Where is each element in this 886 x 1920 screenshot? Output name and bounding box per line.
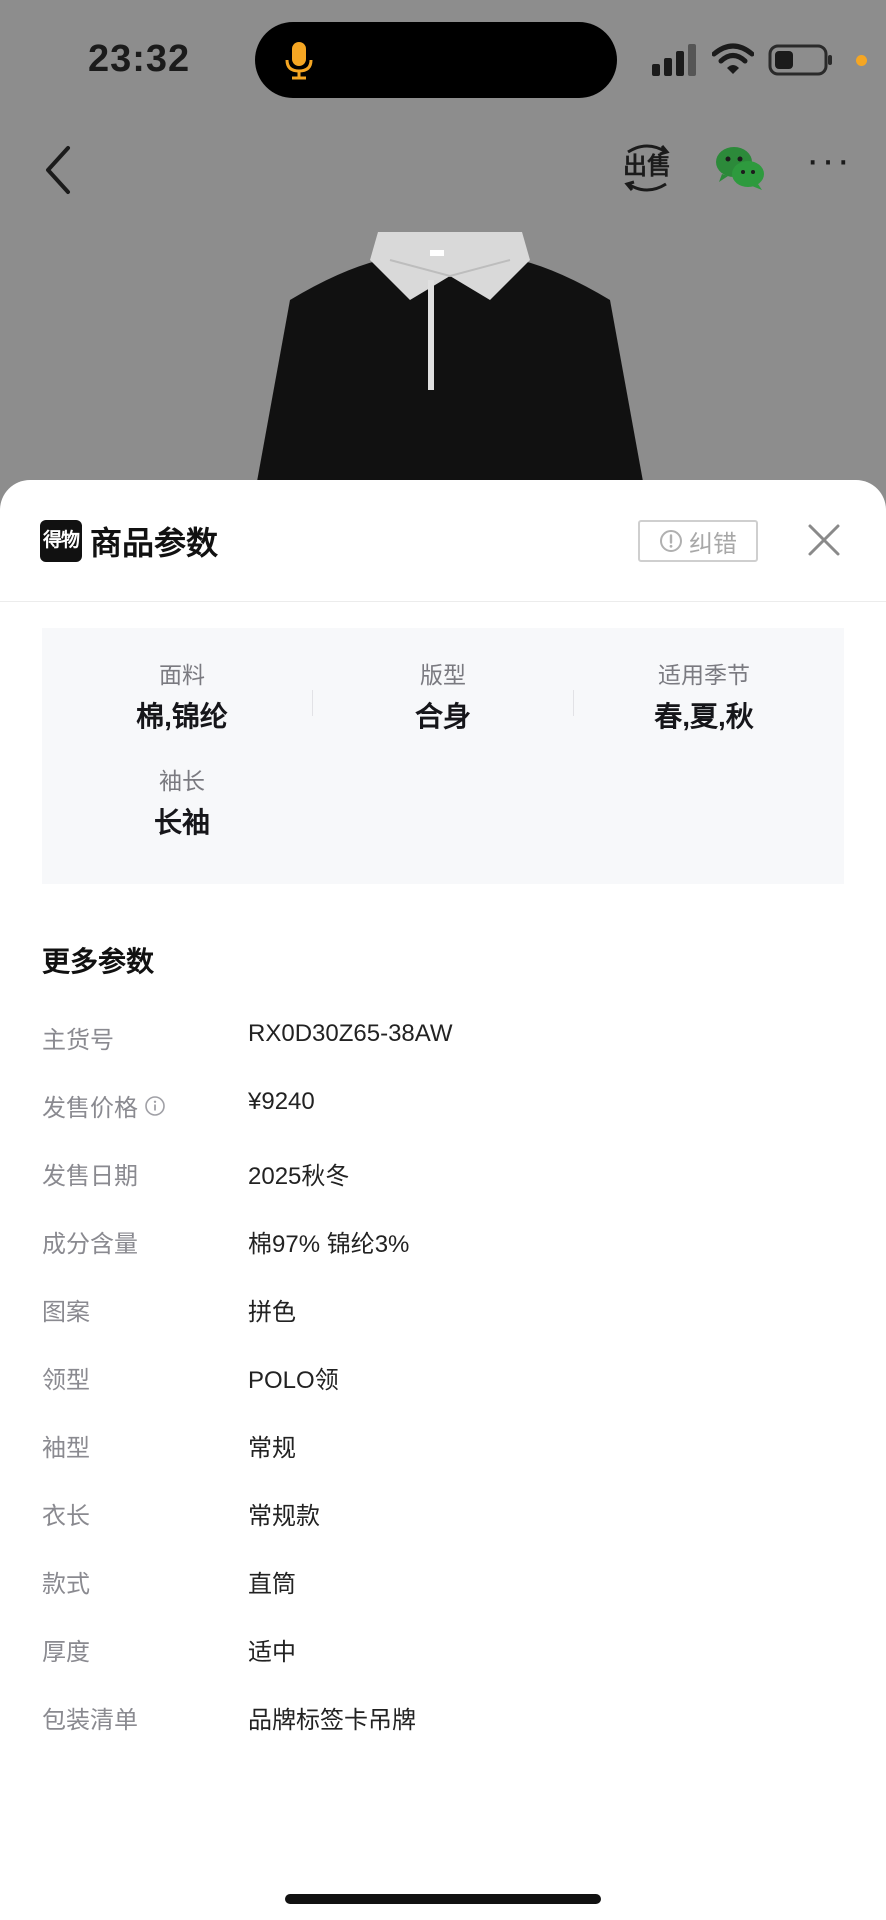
- more-icon[interactable]: ···: [806, 140, 856, 180]
- detail-label: 衣长: [42, 1496, 90, 1531]
- detail-row-release-price: 发售价格 ¥9240: [42, 1088, 842, 1128]
- detail-row-composition: 成分含量 棉97% 锦纶3%: [42, 1224, 842, 1264]
- detail-row-sleeve-type: 袖型 常规: [42, 1428, 842, 1468]
- key-param-fit: 版型 合身: [313, 660, 573, 734]
- report-error-label: 纠错: [689, 530, 737, 558]
- detail-row-release-date: 发售日期 2025秋冬: [42, 1156, 842, 1196]
- detail-value: ¥9240: [248, 1088, 315, 1115]
- detail-row-collar: 领型 POLO领: [42, 1360, 842, 1400]
- detail-label: 厚度: [42, 1632, 90, 1667]
- detail-value: 适中: [248, 1639, 296, 1666]
- detail-label-text: 主货号: [42, 1027, 114, 1054]
- detail-row-item-number: 主货号 RX0D30Z65-38AW: [42, 1020, 842, 1060]
- detail-value: 常规: [248, 1435, 296, 1462]
- key-param-value: 合身: [414, 701, 471, 732]
- detail-label-text: 成分含量: [42, 1231, 138, 1258]
- sheet-header: 得物 商品参数 纠错: [0, 480, 886, 602]
- detail-label: 款式: [42, 1564, 90, 1599]
- detail-label-text: 发售日期: [42, 1163, 138, 1190]
- key-param-sleeve-length: 袖长 长袖: [52, 766, 312, 840]
- dynamic-island: [255, 22, 617, 98]
- detail-label: 包装清单: [42, 1700, 138, 1735]
- detail-label: 主货号: [42, 1020, 114, 1055]
- detail-label-text: 袖型: [42, 1435, 90, 1462]
- detail-row-length: 衣长 常规款: [42, 1496, 842, 1536]
- detail-label: 成分含量: [42, 1224, 138, 1259]
- detail-label-text: 发售价格: [42, 1095, 138, 1122]
- home-indicator[interactable]: [285, 1894, 601, 1904]
- key-param-season: 适用季节 春,夏,秋: [574, 660, 834, 734]
- product-nav-bar: 出售 ···: [0, 130, 886, 210]
- background-product-page: 23:32 出售 ···: [0, 0, 886, 520]
- more-params-title: 更多参数: [42, 946, 155, 977]
- sheet-title: 商品参数: [90, 525, 219, 561]
- detail-row-package: 包装清单 品牌标签卡吊牌: [42, 1700, 842, 1740]
- key-param-label: 适用季节: [658, 662, 750, 688]
- detail-label: 图案: [42, 1292, 90, 1327]
- key-param-value: 棉,锦纶: [136, 701, 228, 732]
- detail-label-text: 包装清单: [42, 1707, 138, 1734]
- detail-label-text: 衣长: [42, 1503, 90, 1530]
- key-param-value: 春,夏,秋: [654, 701, 754, 732]
- detail-value: RX0D30Z65-38AW: [248, 1020, 453, 1047]
- detail-value: 2025秋冬: [248, 1163, 350, 1190]
- product-image: [250, 232, 650, 520]
- detail-value: 常规款: [248, 1503, 320, 1530]
- key-param-fabric: 面料 棉,锦纶: [52, 660, 312, 734]
- detail-value: 直筒: [248, 1571, 296, 1598]
- status-bar: 23:32: [0, 0, 886, 120]
- detail-value: 品牌标签卡吊牌: [248, 1707, 416, 1734]
- detail-row-thickness: 厚度 适中: [42, 1632, 842, 1672]
- detail-label: 袖型: [42, 1428, 90, 1463]
- detail-label-text: 领型: [42, 1367, 90, 1394]
- privacy-indicator-dot: [856, 55, 867, 66]
- key-param-label: 面料: [159, 662, 205, 688]
- wechat-icon[interactable]: [714, 144, 766, 192]
- detail-label: 领型: [42, 1360, 90, 1395]
- status-time: 23:32: [88, 38, 191, 80]
- key-params-card: 面料 棉,锦纶 版型 合身 适用季节 春,夏,秋 袖长 长袖: [42, 628, 844, 884]
- detail-row-pattern: 图案 拼色: [42, 1292, 842, 1332]
- cellular-signal-icon: [652, 44, 696, 76]
- detail-label: 发售价格: [42, 1088, 166, 1123]
- detail-row-style: 款式 直筒: [42, 1564, 842, 1604]
- microphone-icon: [285, 42, 313, 80]
- back-arrow-icon[interactable]: [40, 142, 76, 198]
- key-param-label: 袖长: [159, 768, 205, 794]
- key-param-value: 长袖: [153, 807, 210, 838]
- key-param-label: 版型: [420, 662, 466, 688]
- detail-value: 棉97% 锦纶3%: [248, 1231, 410, 1258]
- close-icon[interactable]: [806, 522, 842, 558]
- report-error-button[interactable]: 纠错: [638, 520, 758, 562]
- info-icon[interactable]: [144, 1095, 166, 1117]
- product-params-sheet: 得物 商品参数 纠错 面料 棉,锦纶 版型 合身 适用季节 春,夏,秋 袖长 长…: [0, 480, 886, 1920]
- detail-label-text: 图案: [42, 1299, 90, 1326]
- detail-label: 发售日期: [42, 1156, 138, 1191]
- wifi-icon: [712, 43, 754, 74]
- detail-value: POLO领: [248, 1367, 339, 1394]
- brand-logo: 得物: [40, 520, 82, 562]
- svg-text:出售: 出售: [623, 152, 671, 180]
- alert-circle-icon: [660, 530, 682, 552]
- sell-icon[interactable]: 出售: [622, 140, 672, 196]
- detail-label-text: 厚度: [42, 1639, 90, 1666]
- detail-value: 拼色: [248, 1299, 296, 1326]
- battery-icon: [768, 44, 832, 76]
- detail-label-text: 款式: [42, 1571, 90, 1598]
